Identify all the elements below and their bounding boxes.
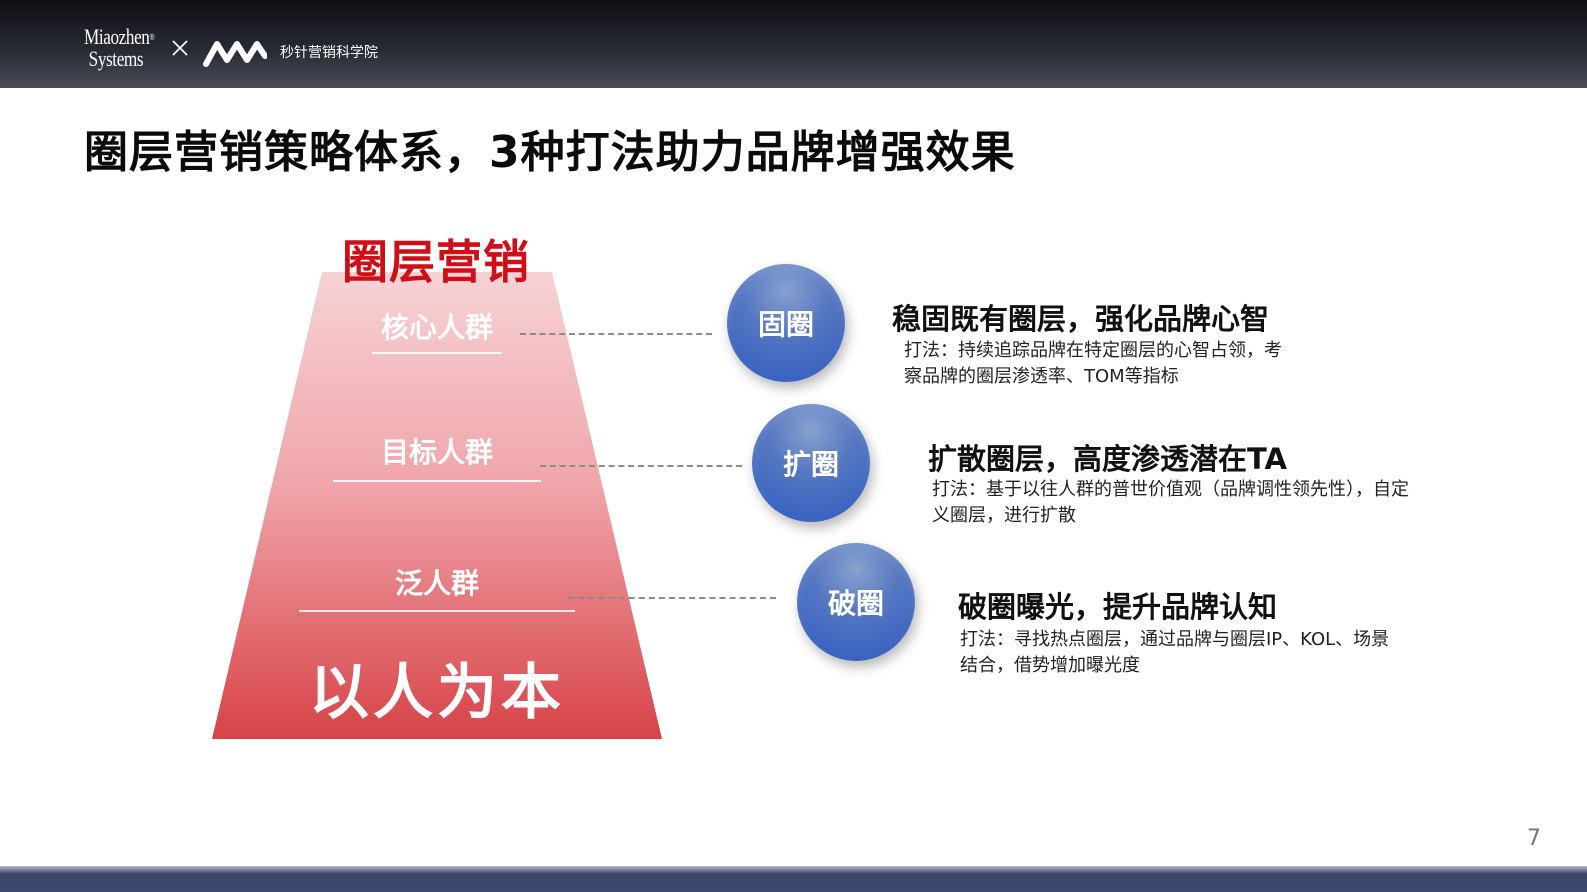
strategy-desc-2-line1: 打法：基于以往人群的普世价值观（品牌调性领先性），自定 bbox=[932, 479, 1409, 500]
tier-target: 目标人群 bbox=[380, 436, 493, 469]
strategy-title-3: 破圈曝光，提升品牌认知 bbox=[958, 590, 1278, 624]
strategy-desc-3: 打法：寻找热点圈层，通过品牌与圈层IP、KOL、场景 结合，借势增加曝光度 bbox=[960, 627, 1389, 679]
tier-general-underline bbox=[299, 610, 575, 612]
strategy-desc-3-line1: 打法：寻找热点圈层，通过品牌与圈层IP、KOL、场景 bbox=[960, 629, 1390, 650]
pyramid-title: 圈层营销 bbox=[342, 235, 530, 289]
tier-target-underline bbox=[333, 480, 541, 482]
page-number: 7 bbox=[1527, 826, 1541, 851]
strategy-desc-2-line2: 义圈层，进行扩散 bbox=[932, 505, 1076, 526]
strategy-desc-1: 打法：持续追踪品牌在特定圈层的心智占领，考 察品牌的圈层渗透率、TOM等指标 bbox=[904, 338, 1282, 390]
strategy-desc-1-line1: 打法：持续追踪品牌在特定圈层的心智占领，考 bbox=[904, 340, 1282, 361]
strategy-desc-2: 打法：基于以往人群的普世价值观（品牌调性领先性），自定 义圈层，进行扩散 bbox=[932, 477, 1409, 529]
pyramid-base-text: 以人为本 bbox=[309, 658, 565, 728]
tier-core: 核心人群 bbox=[380, 311, 493, 344]
strategy-title-2: 扩散圈层，高度渗透潜在TA bbox=[928, 442, 1287, 476]
strategy-title-1: 稳固既有圈层，强化品牌心智 bbox=[892, 302, 1270, 336]
connector-line-2 bbox=[540, 465, 742, 467]
tier-core-underline bbox=[372, 352, 502, 354]
circle-consolidate: 固圈 bbox=[727, 264, 845, 382]
circle-breakout: 破圈 bbox=[797, 543, 915, 661]
circle-expand: 扩圈 bbox=[752, 404, 870, 522]
connector-line-3 bbox=[568, 597, 776, 599]
strategy-desc-3-line2: 结合，借势增加曝光度 bbox=[960, 655, 1140, 676]
connector-line-1 bbox=[520, 333, 712, 335]
strategy-desc-1-line2: 察品牌的圈层渗透率、TOM等指标 bbox=[904, 366, 1179, 387]
footer-bar bbox=[0, 866, 1587, 892]
tier-general: 泛人群 bbox=[394, 567, 479, 600]
